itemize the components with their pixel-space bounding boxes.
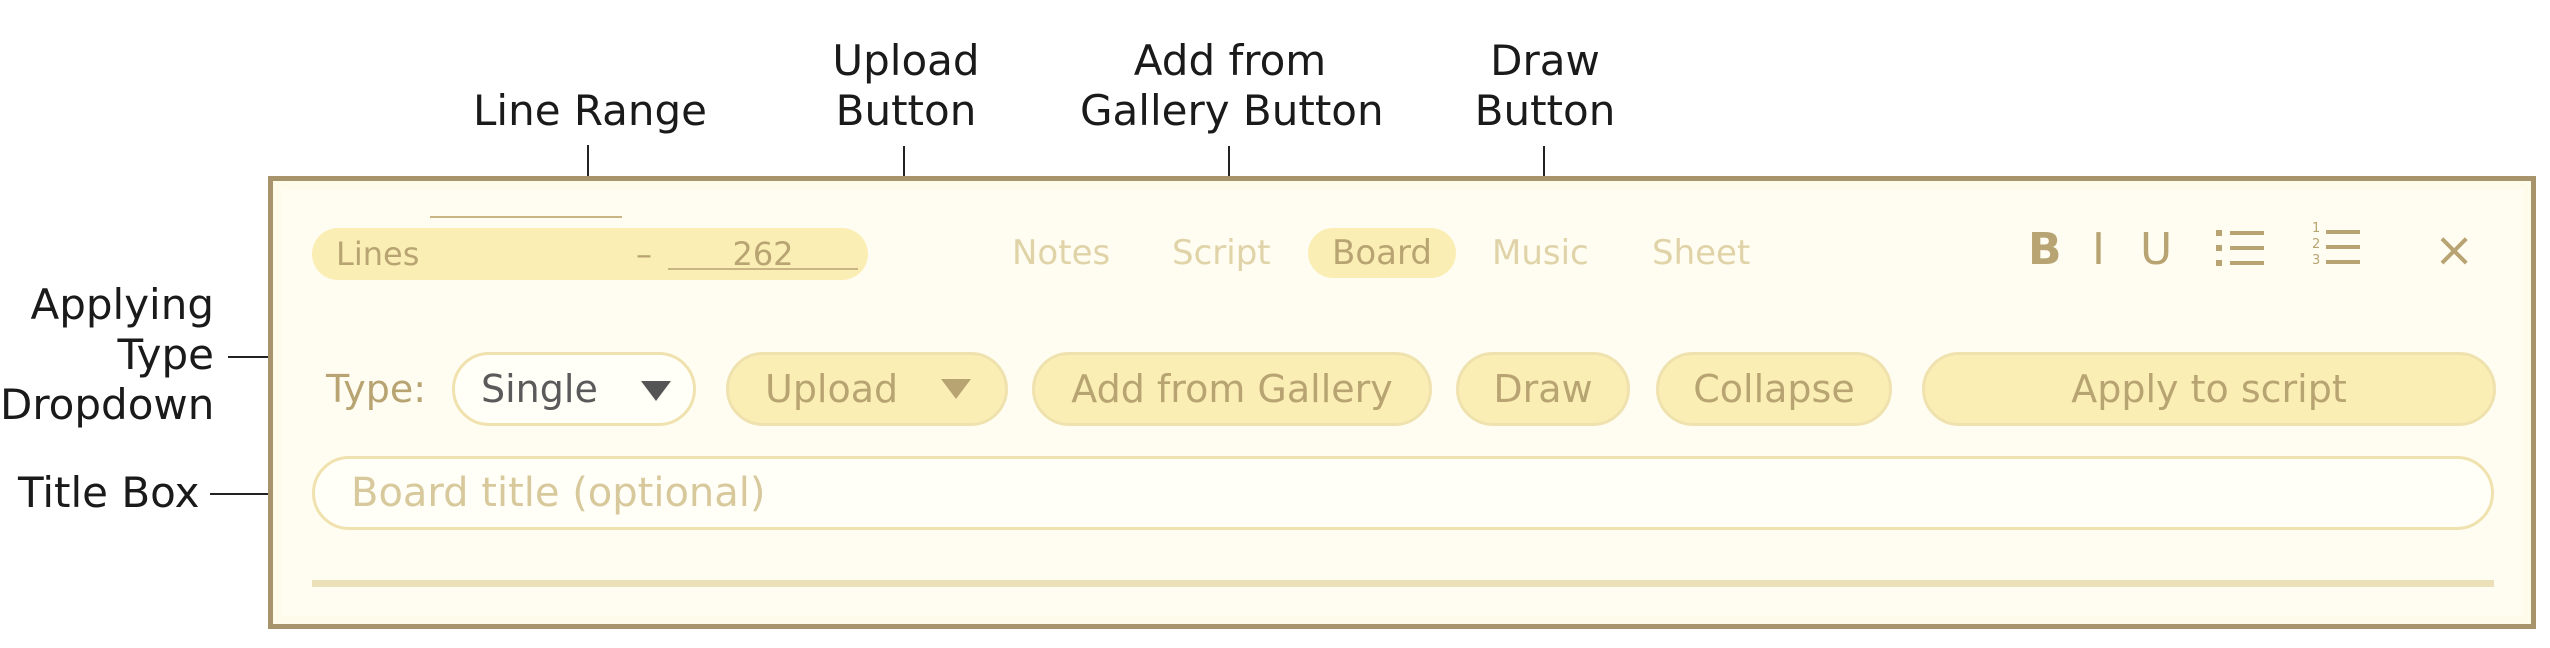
content-divider <box>312 580 2494 587</box>
chevron-down-icon <box>641 381 671 401</box>
annotation-upload-button: Upload Button <box>796 36 1016 136</box>
line-range-label: Lines <box>336 235 420 273</box>
bold-button[interactable]: B <box>2028 222 2062 278</box>
close-icon[interactable]: × <box>2434 222 2474 278</box>
annotation-upload-line2: Button <box>835 86 977 135</box>
italic-button[interactable]: I <box>2092 222 2105 278</box>
annotation-applying-type-dropdown: Applying Type Dropdown <box>0 280 214 430</box>
annotation-title-box: Title Box <box>18 468 200 517</box>
annotation-applying-line3: Dropdown <box>0 380 215 429</box>
annotation-gallery-line2: Gallery Button <box>1080 86 1384 135</box>
tab-board[interactable]: Board <box>1308 228 1456 278</box>
upload-dropdown-caret-icon <box>941 379 971 399</box>
bullet-list-icon[interactable] <box>2216 226 2266 270</box>
annotation-gallery-button: Add from Gallery Button <box>1080 36 1384 136</box>
numbered-list-icon[interactable]: 1 2 3 <box>2312 218 2362 270</box>
collapse-button[interactable]: Collapse <box>1656 352 1892 426</box>
line-range-start-underline <box>430 216 622 218</box>
annotation-gallery-line1: Add from <box>1133 36 1327 85</box>
svg-text:1: 1 <box>2312 221 2320 236</box>
annotation-draw-button: Draw Button <box>1460 36 1630 136</box>
annotation-applying-line1: Applying <box>30 280 214 329</box>
underline-button[interactable]: U <box>2140 222 2172 278</box>
tab-notes[interactable]: Notes <box>1012 228 1110 278</box>
type-dropdown[interactable]: Single <box>452 352 696 426</box>
upload-button-label: Upload <box>765 367 899 411</box>
tab-script[interactable]: Script <box>1172 228 1271 278</box>
type-label: Type: <box>326 367 427 411</box>
annotation-draw-line1: Draw <box>1490 36 1600 85</box>
annotation-applying-line2: Type <box>117 330 214 379</box>
draw-button[interactable]: Draw <box>1456 352 1630 426</box>
line-range-dash: – <box>636 235 652 273</box>
svg-text:3: 3 <box>2312 253 2320 268</box>
line-range-end-input[interactable]: 262 <box>668 228 858 280</box>
svg-text:2: 2 <box>2312 237 2320 252</box>
annotation-line-range: Line Range <box>473 86 707 135</box>
apply-to-script-button[interactable]: Apply to script <box>1922 352 2496 426</box>
annotation-draw-line2: Button <box>1474 86 1616 135</box>
line-range-end-underline <box>668 268 858 270</box>
tab-music[interactable]: Music <box>1492 228 1589 278</box>
line-range: Lines – 262 <box>312 216 868 280</box>
board-title-input[interactable] <box>312 456 2494 530</box>
tab-sheet[interactable]: Sheet <box>1652 228 1750 278</box>
add-from-gallery-button[interactable]: Add from Gallery <box>1032 352 1432 426</box>
upload-button[interactable]: Upload <box>726 352 1008 426</box>
annotation-upload-line1: Upload <box>832 36 980 85</box>
type-dropdown-value: Single <box>481 367 598 411</box>
